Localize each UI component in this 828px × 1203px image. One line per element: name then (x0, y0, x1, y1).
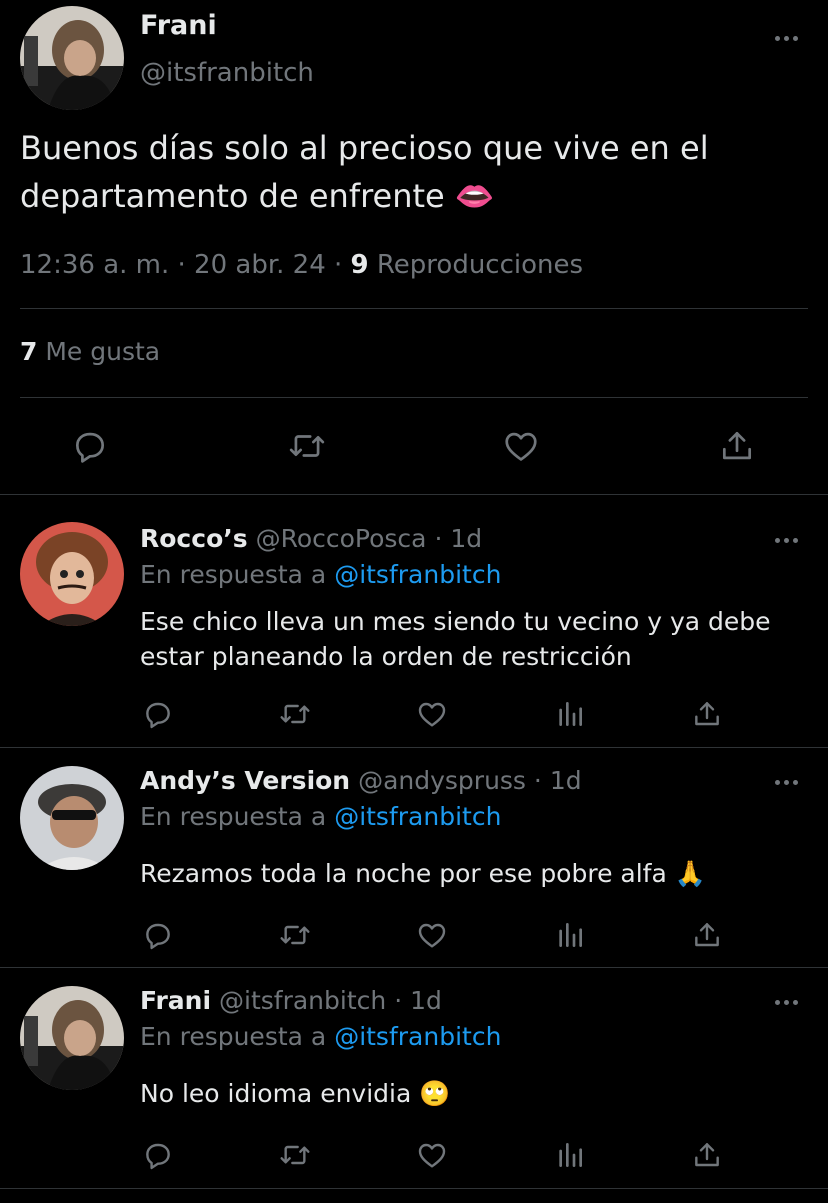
heart-icon[interactable] (414, 696, 450, 732)
reply-context: En respuesta a @itsfranbitch (140, 560, 501, 589)
reply-context: En respuesta a @itsfranbitch (140, 802, 501, 831)
reply-header: Andy’s Version @andyspruss · 1d (140, 766, 582, 795)
reply-author-name[interactable]: Rocco’s (140, 524, 248, 553)
tweet-date[interactable]: 20 abr. 24 (194, 250, 326, 280)
reply-to-mention[interactable]: @itsfranbitch (334, 1022, 501, 1051)
heart-icon[interactable] (414, 917, 450, 953)
share-icon[interactable] (689, 917, 725, 953)
more-horizontal-icon[interactable] (766, 990, 806, 1014)
share-icon[interactable] (689, 1137, 725, 1173)
retweet-icon[interactable] (276, 1137, 314, 1173)
reply-avatar[interactable] (20, 522, 124, 626)
reply-text: No leo idioma envidia 🙄 (140, 1079, 451, 1108)
meta-separator: · (334, 250, 343, 280)
author-handle[interactable]: @itsfranbitch (140, 58, 314, 88)
divider (0, 747, 828, 748)
more-horizontal-icon[interactable] (766, 26, 806, 50)
likes-summary[interactable]: 7 Me gusta (20, 337, 160, 366)
reply-icon[interactable] (140, 1137, 176, 1173)
retweet-icon[interactable] (276, 696, 314, 732)
meta-separator: · (533, 766, 542, 795)
heart-icon[interactable] (500, 426, 542, 466)
reply-context: En respuesta a @itsfranbitch (140, 1022, 501, 1051)
reply-header: Frani @itsfranbitch · 1d (140, 986, 442, 1015)
reply-avatar[interactable] (20, 766, 124, 870)
views-icon[interactable] (552, 1137, 588, 1173)
views-count: 9 (350, 250, 369, 280)
reply-text: Ese chico lleva un mes siendo tu vecino … (140, 607, 771, 671)
tweet-meta: 12:36 a. m. · 20 abr. 24 · 9 Reproduccio… (20, 250, 583, 280)
divider (0, 967, 828, 968)
reply-icon[interactable] (140, 696, 176, 732)
divider (0, 494, 828, 495)
likes-label: Me gusta (45, 337, 161, 366)
reply-text: Rezamos toda la noche por ese pobre alfa… (140, 859, 706, 888)
reply-author-handle[interactable]: @itsfranbitch (219, 986, 386, 1015)
divider (20, 397, 808, 398)
reply-avatar[interactable] (20, 986, 124, 1090)
more-horizontal-icon[interactable] (766, 528, 806, 552)
reply-time[interactable]: 1d (410, 986, 442, 1015)
reply-time[interactable]: 1d (450, 524, 482, 553)
share-icon[interactable] (716, 426, 758, 466)
author-name[interactable]: Frani (140, 10, 217, 41)
retweet-icon[interactable] (276, 917, 314, 953)
tweet-text: Buenos días solo al precioso que vive en… (20, 129, 709, 215)
divider (0, 1188, 828, 1189)
reply-header: Rocco’s @RoccoPosca · 1d (140, 524, 482, 553)
reply-to-prefix: En respuesta a (140, 1022, 327, 1051)
reply-author-name[interactable]: Andy’s Version (140, 766, 350, 795)
divider (20, 308, 808, 309)
tweet-time[interactable]: 12:36 a. m. (20, 250, 169, 280)
likes-count: 7 (20, 337, 38, 366)
reply-icon[interactable] (140, 917, 176, 953)
views-icon[interactable] (552, 917, 588, 953)
reply-to-mention[interactable]: @itsfranbitch (334, 802, 501, 831)
meta-separator: · (434, 524, 443, 553)
reply-to-prefix: En respuesta a (140, 560, 327, 589)
heart-icon[interactable] (414, 1137, 450, 1173)
reply-to-prefix: En respuesta a (140, 802, 327, 831)
more-horizontal-icon[interactable] (766, 770, 806, 794)
meta-separator: · (394, 986, 403, 1015)
reply-icon[interactable] (70, 426, 110, 466)
reply-author-handle[interactable]: @andyspruss (358, 766, 526, 795)
reply-to-mention[interactable]: @itsfranbitch (334, 560, 501, 589)
meta-separator: · (177, 250, 186, 280)
reply-author-handle[interactable]: @RoccoPosca (256, 524, 427, 553)
author-avatar[interactable] (20, 6, 124, 110)
reply-time[interactable]: 1d (550, 766, 582, 795)
views-icon[interactable] (552, 696, 588, 732)
retweet-icon[interactable] (285, 426, 329, 466)
views-label: Reproducciones (376, 250, 584, 280)
share-icon[interactable] (689, 696, 725, 732)
reply-author-name[interactable]: Frani (140, 986, 211, 1015)
